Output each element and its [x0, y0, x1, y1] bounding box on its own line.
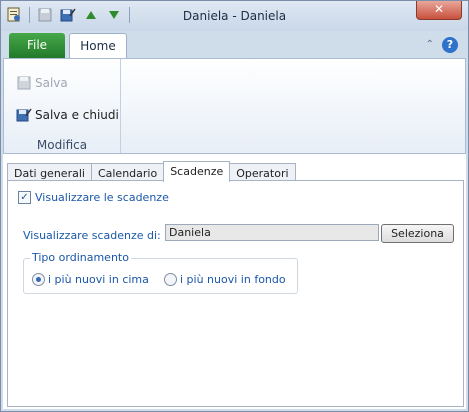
- ribbon-tabs: File Home ⌃ ?: [1, 31, 468, 58]
- chevron-up-icon[interactable]: ⌃: [426, 39, 434, 50]
- radio-newest-bottom-label: i più nuovi in fondo: [180, 273, 286, 286]
- title-bar: Daniela - Daniela ✕: [1, 1, 468, 31]
- close-button[interactable]: ✕: [416, 1, 462, 20]
- save-close-button[interactable]: Salva e chiudi: [16, 107, 119, 123]
- save-label: Salva: [35, 76, 68, 90]
- show-deadlines-checkbox[interactable]: ✓ Visualizzare le scadenze: [18, 191, 169, 204]
- radio-newest-bottom[interactable]: i più nuovi in fondo: [164, 273, 286, 286]
- document-tabs: Dati generali Calendario Scadenze Operat…: [7, 161, 296, 182]
- tab-file[interactable]: File: [9, 33, 65, 58]
- ribbon-body: Salva Salva e chiudi Modifica: [3, 58, 466, 154]
- tab-home[interactable]: Home: [69, 33, 127, 58]
- scadenze-panel: ✓ Visualizzare le scadenze Visualizzare …: [7, 180, 464, 407]
- radio-selected-icon: [32, 273, 45, 286]
- app-window: Daniela - Daniela ✕ File Home ⌃ ? Salva …: [0, 0, 469, 412]
- content-area: Dati generali Calendario Scadenze Operat…: [3, 154, 466, 409]
- select-button[interactable]: Seleziona: [381, 224, 454, 243]
- radio-newest-top-label: i più nuovi in cima: [48, 273, 149, 286]
- save-icon: [16, 75, 32, 91]
- help-icon[interactable]: ?: [442, 37, 458, 53]
- order-type-legend: Tipo ordinamento: [30, 251, 131, 264]
- save-button[interactable]: Salva: [16, 75, 68, 91]
- ribbon-group-label: Modifica: [36, 138, 88, 152]
- order-type-group: Tipo ordinamento i più nuovi in cima i p…: [23, 251, 298, 294]
- save-close-icon: [16, 107, 32, 123]
- tab-scadenze[interactable]: Scadenze: [163, 161, 231, 182]
- window-title: Daniela - Daniela: [182, 9, 287, 23]
- person-field[interactable]: Daniela: [165, 224, 379, 241]
- checkmark-icon: ✓: [18, 191, 31, 204]
- radio-unselected-icon: [164, 273, 177, 286]
- show-deadlines-of-label: Visualizzare scadenze di:: [23, 229, 161, 242]
- ribbon-group-modifica: Salva Salva e chiudi Modifica: [4, 59, 121, 153]
- show-deadlines-label: Visualizzare le scadenze: [35, 191, 169, 204]
- radio-newest-top[interactable]: i più nuovi in cima: [32, 273, 149, 286]
- save-close-label: Salva e chiudi: [35, 108, 119, 122]
